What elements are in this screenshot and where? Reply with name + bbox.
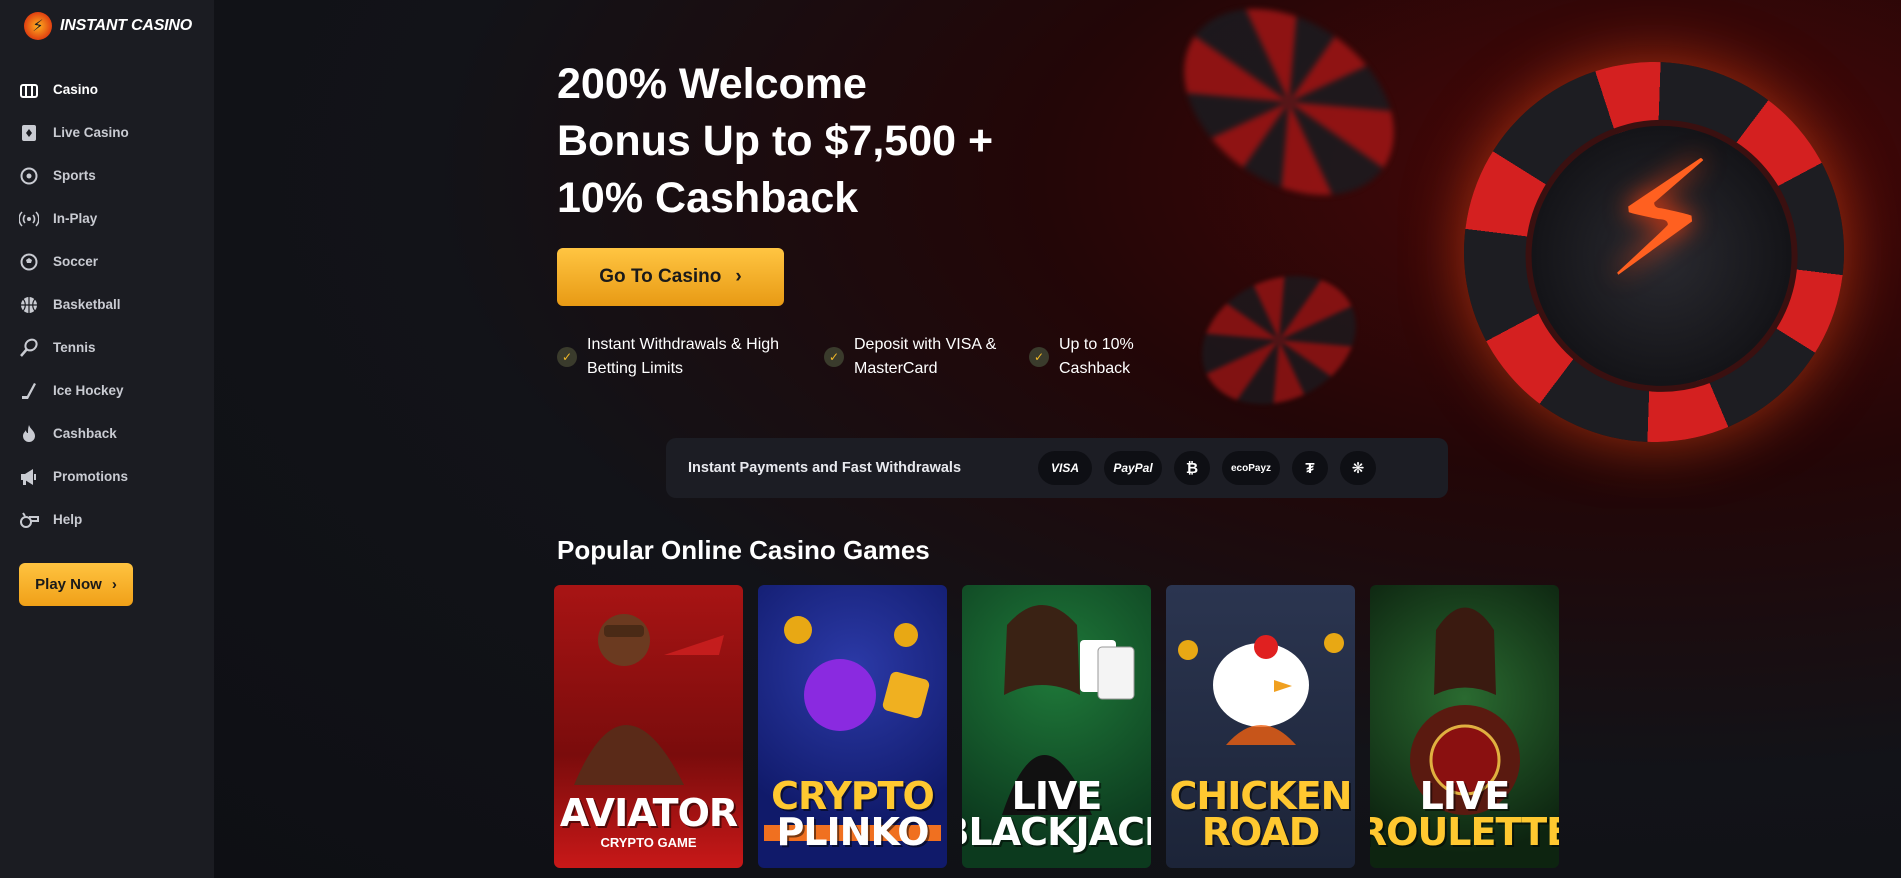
go-to-casino-label: Go To Casino — [599, 266, 722, 287]
brand-logo[interactable]: ⚡ INSTANT CASINO — [24, 12, 192, 40]
tennis-icon — [18, 337, 40, 359]
feature-line: Cashback — [1059, 360, 1131, 377]
game-card-crypto-plinko[interactable]: CRYPTO PLINKO — [758, 585, 947, 868]
feature-item: ✓ Instant Withdrawals & High Betting Lim… — [557, 333, 824, 381]
feature-line: Betting Limits — [587, 360, 684, 377]
paypal-icon: PayPal — [1104, 451, 1162, 485]
sidebar: ⚡ INSTANT CASINO Casino Live Casino Spor… — [0, 0, 214, 878]
game-title: BLACKJACK — [962, 810, 1151, 854]
game-subtitle: CRYPTO GAME — [600, 835, 697, 850]
play-now-label: Play Now — [35, 576, 102, 593]
soccer-icon — [18, 251, 40, 273]
hero-title: 200% Welcome Bonus Up to $7,500 + 10% Ca… — [557, 56, 1057, 227]
sidebar-item-basketball[interactable]: Basketball — [0, 283, 214, 326]
visa-icon: VISA — [1038, 451, 1092, 485]
feature-line: MasterCard — [854, 360, 938, 377]
game-card-live-blackjack[interactable]: LIVE BLACKJACK — [962, 585, 1151, 868]
hero-title-line: 10% Cashback — [557, 174, 859, 222]
bitcoin-icon: ₿ — [1174, 451, 1210, 485]
payment-methods: VISA PayPal ₿ ecoPayz ₮ ❋ — [1038, 451, 1376, 485]
section-title: Popular Online Casino Games — [557, 535, 930, 565]
whistle-icon — [18, 509, 40, 531]
lightning-logo-icon: ⚡ — [24, 12, 52, 40]
feature-item: ✓ Deposit with VISA & MasterCard — [824, 333, 1029, 381]
main-content: ⚡ 200% Welcome Bonus Up to $7,500 + 10% … — [214, 0, 1901, 878]
game-title: CHICKEN — [1169, 774, 1353, 818]
decorative-chip-image — [1148, 0, 1430, 234]
go-to-casino-button[interactable]: Go To Casino › — [557, 248, 784, 306]
ecopayz-icon: ecoPayz — [1222, 451, 1280, 485]
sidebar-item-live-casino[interactable]: Live Casino — [0, 111, 214, 154]
feature-text: Up to 10% Cashback — [1059, 333, 1134, 381]
sidebar-item-ice-hockey[interactable]: Ice Hockey — [0, 369, 214, 412]
feature-item: ✓ Up to 10% Cashback — [1029, 333, 1159, 381]
sidebar-item-in-play[interactable]: In-Play — [0, 197, 214, 240]
check-icon: ✓ — [824, 347, 844, 367]
play-now-button[interactable]: Play Now › — [19, 563, 133, 606]
game-card-aviator[interactable]: AVIATOR CRYPTO GAME — [554, 585, 743, 868]
payments-bar: Instant Payments and Fast Withdrawals VI… — [666, 438, 1448, 498]
feature-line: Instant Withdrawals & High — [587, 336, 780, 353]
check-icon: ✓ — [557, 347, 577, 367]
game-card-live-roulette[interactable]: LIVE ROULETTE — [1370, 585, 1559, 868]
feature-line: Up to 10% — [1059, 336, 1134, 353]
sidebar-item-label: Soccer — [53, 254, 99, 269]
tether-icon: ₮ — [1292, 451, 1328, 485]
hero-title-line: Bonus Up to $7,500 + — [557, 117, 994, 165]
sidebar-item-label: Casino — [53, 82, 99, 97]
game-title: ROULETTE — [1370, 810, 1559, 854]
sidebar-item-help[interactable]: Help — [0, 498, 214, 541]
game-title: ROAD — [1201, 810, 1320, 854]
sidebar-item-tennis[interactable]: Tennis — [0, 326, 214, 369]
sidebar-item-label: Cashback — [53, 426, 117, 441]
game-title: CRYPTO — [771, 774, 935, 818]
sidebar-item-label: In-Play — [53, 211, 98, 226]
game-card-chicken-road[interactable]: CHICKEN ROAD — [1166, 585, 1355, 868]
broadcast-icon — [18, 208, 40, 230]
feature-list: ✓ Instant Withdrawals & High Betting Lim… — [557, 333, 1159, 381]
game-title: AVIATOR — [559, 791, 738, 835]
sidebar-item-soccer[interactable]: Soccer — [0, 240, 214, 283]
lightning-bolt-icon: ⚡ — [1604, 130, 1717, 309]
ball-icon — [18, 165, 40, 187]
flame-icon — [18, 423, 40, 445]
sidebar-item-label: Help — [53, 512, 83, 527]
sidebar-item-sports[interactable]: Sports — [0, 154, 214, 197]
sidebar-item-promotions[interactable]: Promotions — [0, 455, 214, 498]
cards-icon — [18, 122, 40, 144]
game-title: PLINKO — [776, 810, 929, 854]
casino-icon — [18, 79, 40, 101]
chevron-right-icon: › — [111, 576, 117, 593]
hero-title-line: 200% Welcome — [557, 60, 867, 108]
sidebar-item-label: Live Casino — [53, 125, 129, 140]
feature-text: Instant Withdrawals & High Betting Limit… — [587, 333, 779, 381]
game-title: LIVE — [1011, 774, 1103, 818]
sidebar-item-casino[interactable]: Casino — [0, 68, 214, 111]
sidebar-item-label: Tennis — [53, 340, 96, 355]
sidebar-item-label: Sports — [53, 168, 96, 183]
feature-text: Deposit with VISA & MasterCard — [854, 333, 996, 381]
sidebar-item-label: Basketball — [53, 297, 121, 312]
chevron-right-icon: › — [735, 266, 742, 287]
brand-name: INSTANT CASINO — [60, 17, 193, 34]
game-title: LIVE — [1419, 774, 1511, 818]
sidebar-item-label: Ice Hockey — [53, 383, 124, 398]
basketball-icon — [18, 294, 40, 316]
check-icon: ✓ — [1029, 347, 1049, 367]
games-row: AVIATOR CRYPTO GAME CRYPTO PLINKO LIVE L… — [554, 585, 1559, 868]
sidebar-item-cashback[interactable]: Cashback — [0, 412, 214, 455]
decorative-chip-image — [1181, 251, 1377, 429]
sidebar-nav: Casino Live Casino Sports In-Play Soccer — [0, 68, 214, 541]
hockey-icon — [18, 380, 40, 402]
payments-label: Instant Payments and Fast Withdrawals — [688, 460, 962, 476]
cardano-icon: ❋ — [1340, 451, 1376, 485]
sidebar-item-label: Promotions — [53, 469, 129, 484]
feature-line: Deposit with VISA & — [854, 336, 997, 353]
megaphone-icon — [18, 466, 40, 488]
